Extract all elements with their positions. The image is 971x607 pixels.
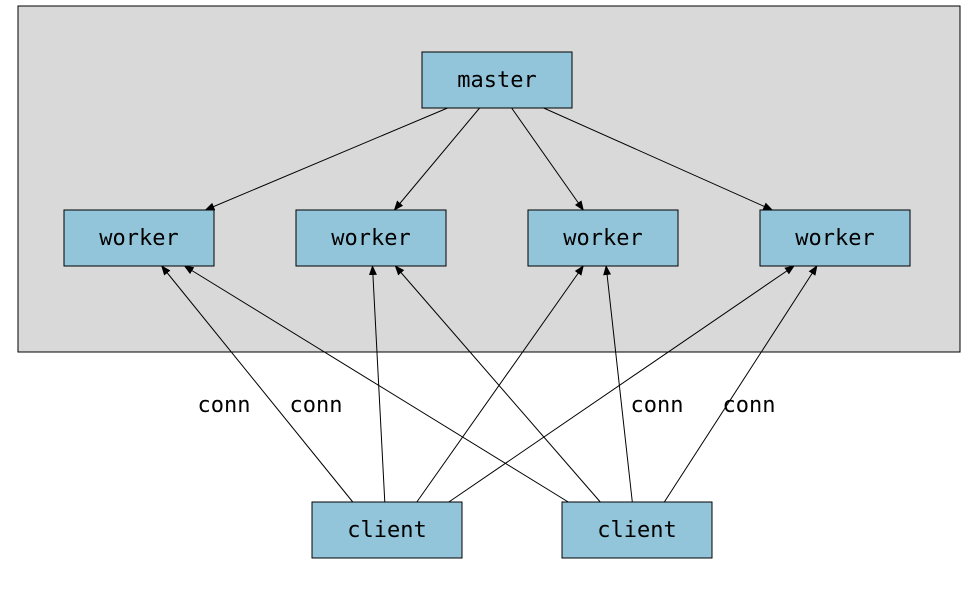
conn-label: conn — [290, 393, 343, 418]
client-node: client — [562, 502, 712, 558]
worker-label: worker — [99, 226, 178, 251]
worker-node: worker — [528, 210, 678, 266]
worker-node: worker — [64, 210, 214, 266]
conn-label: conn — [631, 393, 684, 418]
master-node: master — [422, 52, 572, 108]
worker-label: worker — [563, 226, 642, 251]
worker-label: worker — [795, 226, 874, 251]
worker-label: worker — [331, 226, 410, 251]
client-node: client — [312, 502, 462, 558]
master-label: master — [457, 68, 536, 93]
client-label: client — [347, 518, 426, 543]
conn-label: conn — [723, 393, 776, 418]
client-label: client — [597, 518, 676, 543]
conn-label: conn — [198, 393, 251, 418]
worker-node: worker — [760, 210, 910, 266]
worker-node: worker — [296, 210, 446, 266]
architecture-diagram: master worker worker worker worker clien… — [0, 0, 971, 607]
